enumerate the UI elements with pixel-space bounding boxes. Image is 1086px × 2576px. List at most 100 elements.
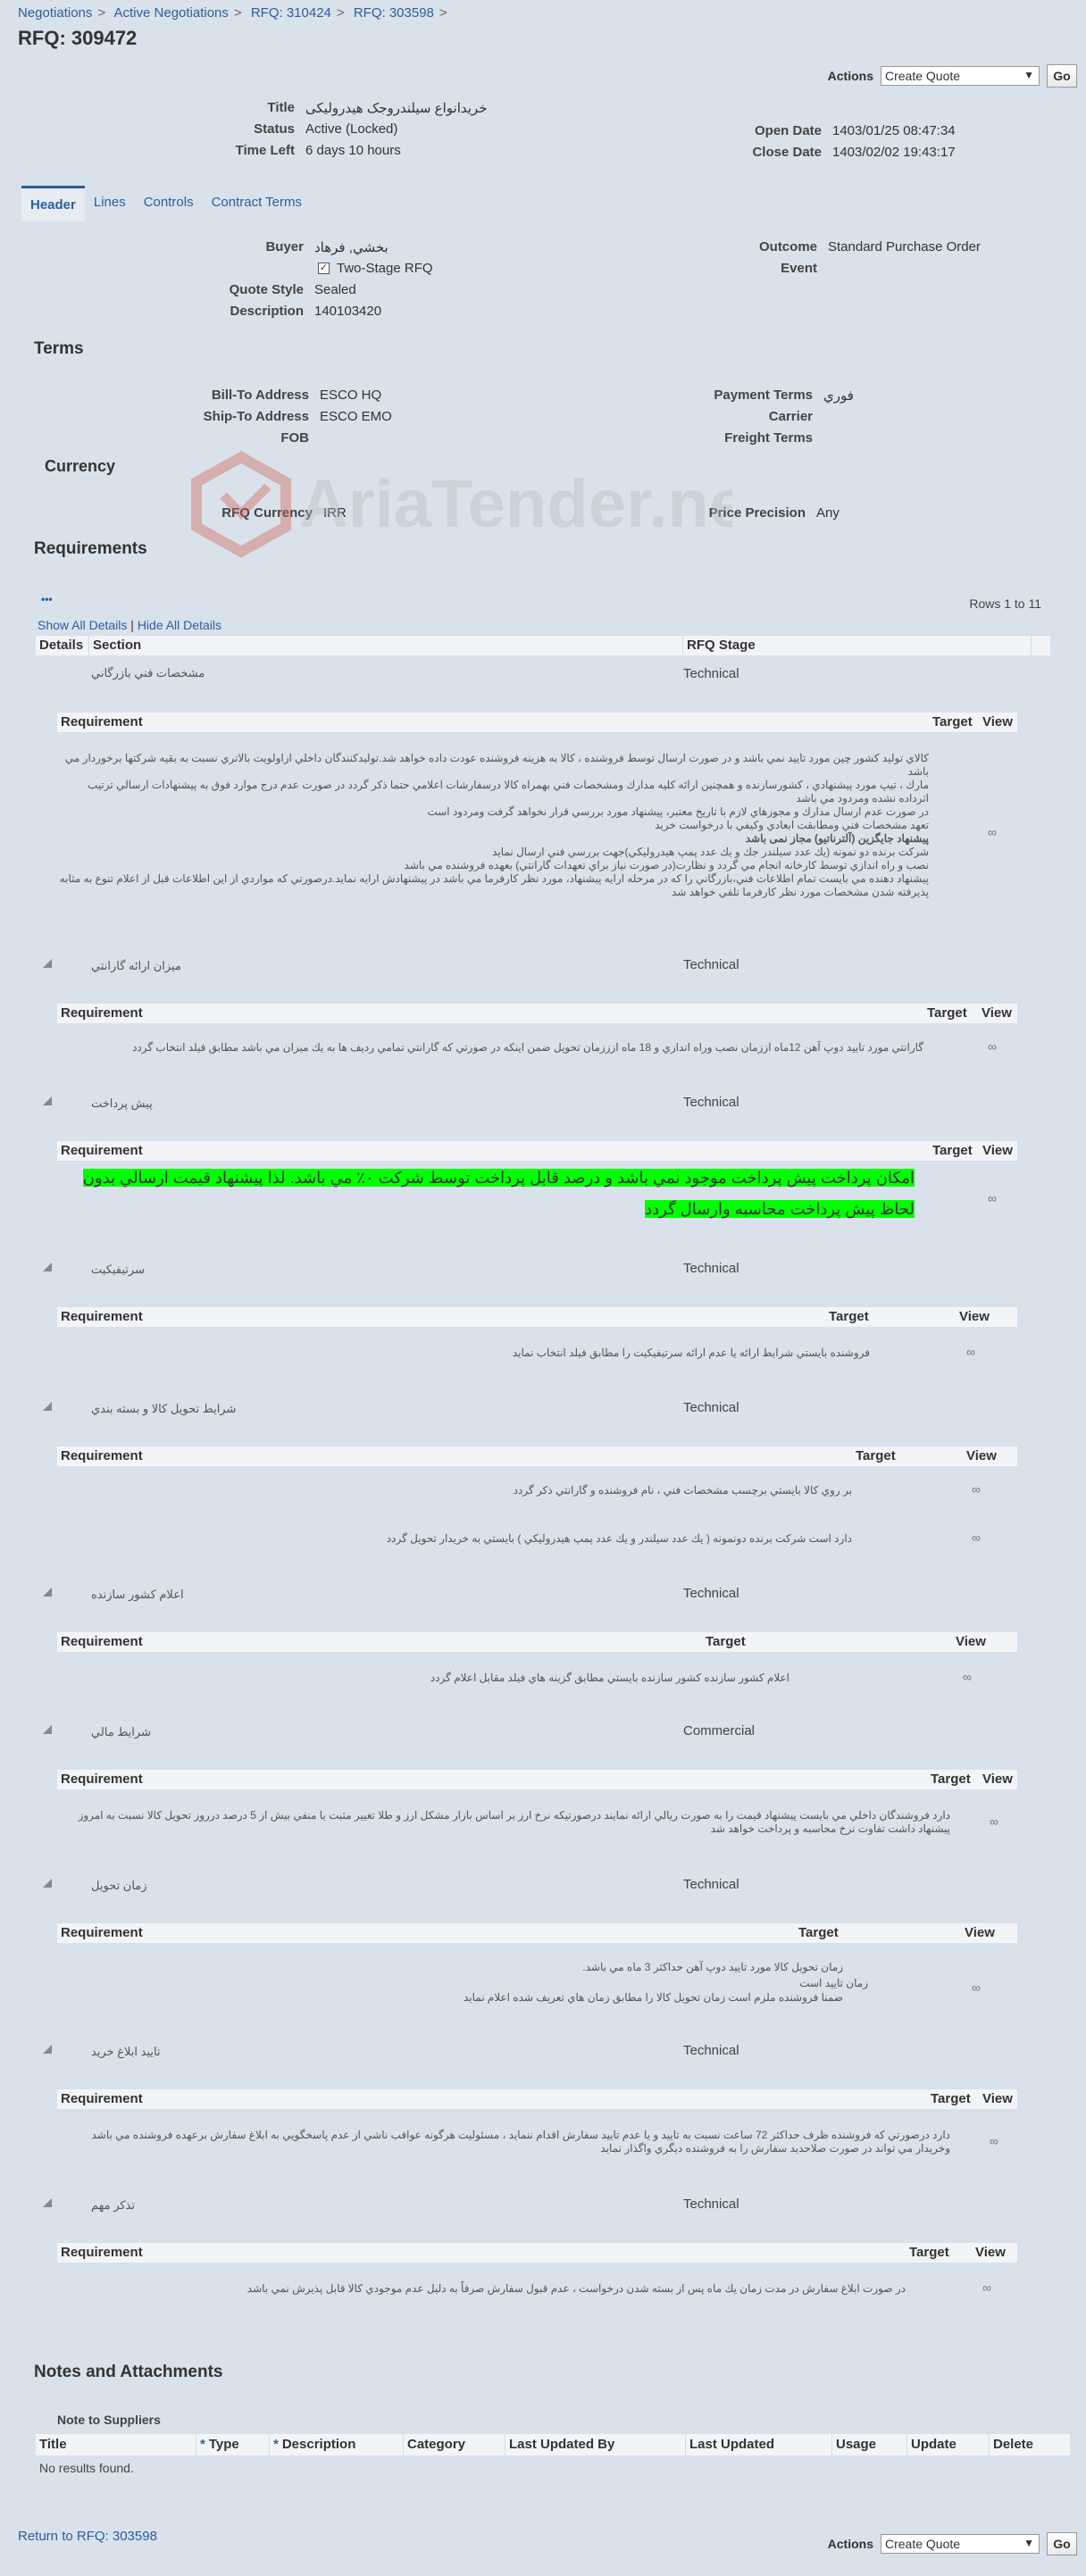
show-all-details-link[interactable]: Show All Details: [38, 618, 127, 632]
collapse-triangle-icon[interactable]: [43, 1402, 52, 1411]
breadcrumb-separator: >: [336, 5, 345, 21]
requirements-table-header: Details Section RFQ Stage: [36, 636, 1050, 655]
attachments-table-header: Title * Type * Description Category Last U…: [36, 2434, 1070, 2455]
no-results-message: No results found.: [39, 2461, 134, 2475]
section-stage: Technical: [683, 1877, 739, 1892]
section-stage: Commercial: [683, 1723, 756, 1738]
breadcrumb-rfq-303598[interactable]: RFQ: 303598: [354, 5, 434, 21]
section-stage: Technical: [683, 1095, 739, 1110]
sub-requirement-label: Requirement: [61, 1925, 143, 1940]
terms-heading: Terms: [34, 339, 84, 358]
collapse-triangle-icon[interactable]: [43, 1096, 52, 1105]
breadcrumb-negotiations[interactable]: Negotiations: [18, 5, 92, 21]
section-title: تذكر مهم: [91, 2198, 136, 2212]
tab-header[interactable]: Header: [21, 186, 85, 221]
sub-requirement-label: Requirement: [61, 714, 143, 729]
tab-lines[interactable]: Lines: [85, 186, 135, 221]
glasses-icon[interactable]: ∞: [966, 1345, 975, 1359]
collapse-triangle-icon[interactable]: [43, 1879, 52, 1888]
requirement-text: دارد فروشندگان داخلي مي بايست پيشنهاد قي…: [78, 1809, 950, 1835]
breadcrumb: Negotiations > Active Negotiations > RFQ: …: [18, 5, 453, 21]
collapse-triangle-icon[interactable]: [43, 1588, 52, 1596]
glasses-icon[interactable]: ∞: [988, 825, 997, 839]
requirement-line: نصب و راه اندازي توسط كارخانه انجام مي گ…: [404, 859, 929, 871]
outcome-label: Outcome: [758, 239, 817, 254]
sub-view-label: View: [975, 2245, 1006, 2260]
glasses-icon[interactable]: ∞: [972, 1530, 981, 1545]
col-last-updated-by: Last Updated By: [505, 2434, 686, 2455]
sub-requirement-label: Requirement: [61, 1448, 143, 1463]
buyer-value: بخشي, فرهاد: [314, 240, 388, 255]
glasses-icon[interactable]: ∞: [963, 1670, 972, 1684]
tab-controls[interactable]: Controls: [135, 186, 203, 221]
description-value: 140103420: [314, 304, 382, 319]
collapse-triangle-icon[interactable]: [43, 2045, 52, 2054]
actions-select[interactable]: Create Quote ▼: [881, 66, 1040, 86]
glasses-icon[interactable]: ∞: [988, 1039, 997, 1054]
return-to-rfq-link[interactable]: Return to RFQ: 303598: [18, 2529, 157, 2544]
sub-requirement-label: Requirement: [61, 1634, 143, 1649]
collapse-triangle-icon[interactable]: [43, 1263, 52, 1271]
tab-contract-terms[interactable]: Contract Terms: [203, 186, 311, 221]
glasses-icon[interactable]: ∞: [982, 2280, 991, 2295]
collapse-triangle-icon[interactable]: [43, 959, 52, 968]
sub-view-label: View: [965, 1925, 995, 1940]
note-to-suppliers-label: Note to Suppliers: [57, 2413, 161, 2427]
two-stage-checkbox: ✓: [318, 263, 330, 274]
requirement-line: در صورت عدم ارسال مدارك و مجوزهاي لازم ب…: [427, 805, 929, 818]
quote-style-value: Sealed: [314, 282, 356, 297]
requirement-text: دارد است شركت برنده دونمونه ( يك عدد سيل…: [386, 1532, 852, 1545]
sub-target-label: Target: [909, 2245, 949, 2260]
two-stage-label: Two-Stage RFQ: [337, 261, 433, 276]
glasses-icon[interactable]: ∞: [988, 1191, 997, 1205]
requirements-heading: Requirements: [34, 539, 147, 558]
ship-to-label: Ship-To Address: [203, 409, 309, 424]
glasses-icon[interactable]: ∞: [990, 2134, 998, 2148]
glasses-icon[interactable]: ∞: [972, 1980, 981, 1995]
col-update: Update: [907, 2434, 990, 2455]
fob-label: FOB: [280, 430, 309, 446]
glasses-icon[interactable]: ∞: [990, 1814, 998, 1829]
actions-select[interactable]: Create Quote ▼: [881, 2534, 1040, 2554]
more-options-icon[interactable]: •••: [41, 593, 53, 605]
requirement-text: گارانتي مورد تاييد دوپ آهن 12ماه اززمان …: [132, 1041, 923, 1054]
requirement-text: زمان تحويل كالا مورد تاييد دوپ آهن حداكث…: [582, 1961, 843, 1973]
section-title: شرايط تحويل كالا و بسته بندي: [91, 1402, 237, 1415]
actions-label: Actions: [827, 69, 873, 83]
col-section: Section: [89, 636, 683, 655]
sub-view-label: View: [966, 1448, 997, 1463]
required-asterisk: *: [273, 2437, 279, 2452]
glasses-icon[interactable]: ∞: [972, 1482, 981, 1496]
requirement-line: مارك ، تيپ مورد پيشنهادي ، كشورسازنده و …: [88, 779, 929, 804]
ship-to-link[interactable]: ESCO EMO: [320, 409, 392, 424]
requirement-subheader: Requirement Target View: [57, 713, 1017, 732]
section-title: تاييد ابلاغ خريد: [91, 2045, 161, 2058]
hide-all-details-link[interactable]: Hide All Details: [138, 618, 221, 632]
breadcrumb-separator: >: [439, 5, 447, 21]
requirement-text: امكان پرداخت پيش پرداخت موجود نمي باشد و…: [57, 1163, 915, 1225]
col-type-label: Type: [208, 2437, 239, 2452]
go-button[interactable]: Go: [1047, 2532, 1077, 2555]
freight-terms-label: Freight Terms: [724, 430, 813, 446]
link-divider: |: [130, 618, 134, 632]
collapse-triangle-icon[interactable]: [43, 1725, 52, 1734]
bill-to-link[interactable]: ESCO HQ: [320, 388, 381, 403]
col-delete: Delete: [993, 2437, 1034, 2452]
breadcrumb-active-negotiations[interactable]: Active Negotiations: [114, 5, 229, 21]
go-button[interactable]: Go: [1047, 64, 1077, 88]
sub-requirement-label: Requirement: [61, 2245, 143, 2260]
status-label: Status: [254, 121, 295, 137]
section-stage: Technical: [683, 2197, 739, 2212]
section-stage: Technical: [683, 957, 739, 972]
collapse-triangle-icon[interactable]: [43, 2198, 52, 2207]
col-title: Title: [36, 2434, 196, 2455]
actions-label: Actions: [827, 2537, 873, 2551]
sub-requirement-label: Requirement: [61, 1309, 143, 1324]
breadcrumb-rfq-310424[interactable]: RFQ: 310424: [251, 5, 331, 21]
buyer-label: Buyer: [265, 239, 304, 254]
sub-requirement-label: Requirement: [61, 2091, 143, 2106]
sub-target-label: Target: [932, 1143, 973, 1158]
carrier-label: Carrier: [768, 409, 813, 424]
requirement-text: دارد درصورتي كه فروشنده ظرف حداكثر 72 سا…: [91, 2129, 950, 2155]
requirement-line: تعهد مشخصات فني ومطابقت ابعادي وكيفي با …: [655, 819, 929, 831]
